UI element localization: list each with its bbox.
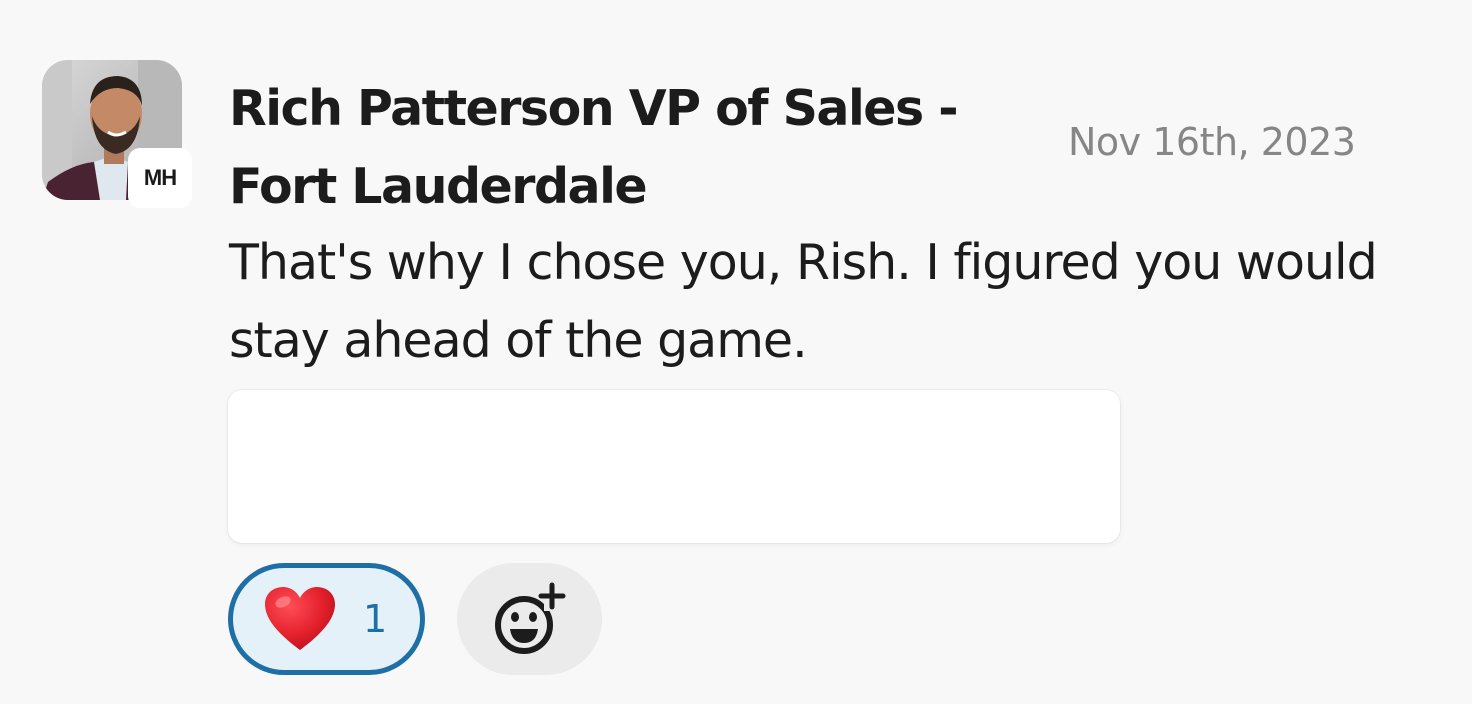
message-timestamp[interactable]: Nov 16th, 2023 <box>1068 116 1356 168</box>
sender-name[interactable]: Rich Patterson VP of Sales - Fort Lauder… <box>229 70 1049 226</box>
attachment-preview[interactable] <box>228 390 1120 543</box>
heart-icon <box>265 587 335 650</box>
add-reaction-button[interactable] <box>457 563 602 675</box>
message-text: That's why I chose you, Rish. I figured … <box>229 234 1378 369</box>
reaction-heart-button[interactable]: 1 <box>228 563 425 675</box>
sender-name-line2[interactable]: Fort Lauderdale <box>229 158 648 215</box>
sender-name-line1[interactable]: Rich Patterson VP of Sales - <box>229 80 959 137</box>
message-item: MH Rich Patterson VP of Sales - Fort Lau… <box>0 0 1472 704</box>
reaction-count: 1 <box>363 597 388 641</box>
add-reaction-icon <box>494 582 565 654</box>
org-badge: MH <box>128 148 192 208</box>
